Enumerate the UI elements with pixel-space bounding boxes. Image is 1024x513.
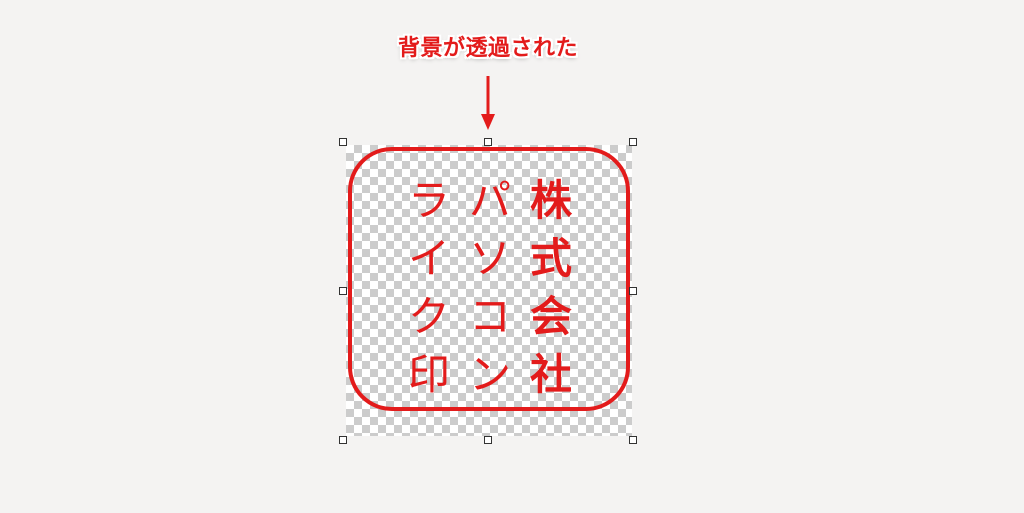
- stamp-column-right: 株式会社: [529, 176, 572, 399]
- resize-handle-right[interactable]: [629, 287, 637, 295]
- document-canvas: 背景が透過された 株式会社 パソコン ライク印: [0, 0, 1024, 513]
- resize-handle-bottom[interactable]: [484, 436, 492, 444]
- resize-handle-bottom-left[interactable]: [339, 436, 347, 444]
- stamp-column-middle: パソコン: [468, 176, 511, 399]
- resize-handle-top[interactable]: [484, 138, 492, 146]
- annotation-label: 背景が透過された: [397, 36, 578, 61]
- stamp-column-left: ライク印: [407, 176, 450, 399]
- resize-handle-top-right[interactable]: [629, 138, 637, 146]
- arrow-down-icon: [481, 76, 495, 130]
- resize-handle-top-left[interactable]: [339, 138, 347, 146]
- resize-handle-bottom-right[interactable]: [629, 436, 637, 444]
- resize-handle-left[interactable]: [339, 287, 347, 295]
